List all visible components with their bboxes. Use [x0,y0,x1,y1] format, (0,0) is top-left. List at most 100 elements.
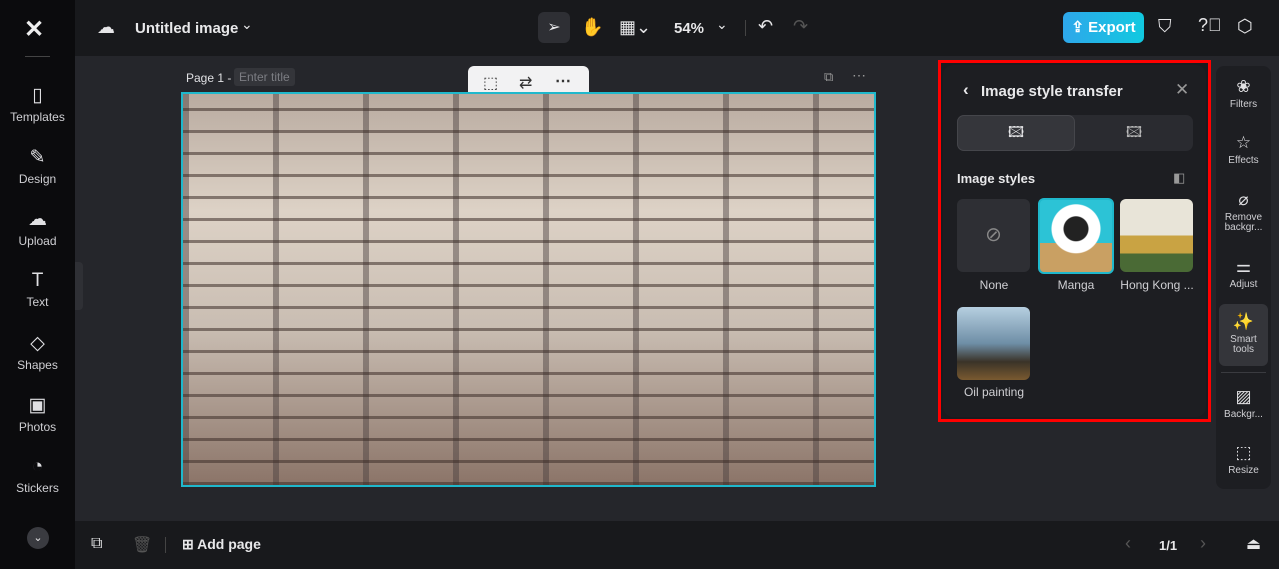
style-label: Hong Kong ... [1120,278,1194,292]
compare-icon[interactable]: ◧ [1173,170,1185,186]
sidebar-item-stickers[interactable]: ◔ Stickers [0,456,75,495]
top-bar: ☁ Untitled image ⌄ ➢ ✋ ▦⌄ 54% ⌄ ↶ ↷ ⇪ Ex… [75,0,1279,56]
resize-icon: ⬚ [1235,443,1252,462]
document-title[interactable]: Untitled image [135,20,238,37]
templates-icon: ▯ [32,85,43,106]
text-icon: T [31,270,44,291]
label: Photos [18,420,57,434]
help-icon[interactable]: ?⃝ [1198,15,1222,36]
layout-icon[interactable]: ▦⌄ [619,17,651,38]
style-oil-painting[interactable] [957,307,1030,380]
sidebar-toggle[interactable] [75,262,83,310]
design-icon: ✎ [29,147,46,168]
portrait-style-tab[interactable]: 🖾 [1075,115,1193,151]
sidebar-item-shapes[interactable]: ◇ Shapes [0,332,75,372]
label: Upload [18,234,57,248]
tool-label: Adjust [1229,279,1258,290]
next-page-icon[interactable]: › [1200,533,1206,554]
cloud-saved-icon[interactable]: ☁ [97,17,115,38]
collapse-button[interactable]: ⌄ [27,527,49,549]
tool-background[interactable]: ▨ Backgr... [1216,388,1271,420]
tool-filters[interactable]: ❀ Filters [1216,78,1271,110]
style-hong-kong[interactable] [1120,199,1193,272]
crop-select-icon[interactable]: ⬚ [483,73,498,93]
tool-remove-background[interactable]: ⌀ Remove backgr... [1216,191,1271,233]
undo-icon[interactable]: ↶ [758,16,773,37]
collapse-pages-icon[interactable]: ⏏ [1246,534,1261,554]
style-label: None [979,278,1009,292]
right-toolbar: ❀ Filters ☆ Effects ⌀ Remove backgr... ⚌ Adj… [1216,66,1271,489]
add-page-button[interactable]: ⊞ Add page [182,536,261,553]
divider [745,20,746,36]
canvas-image[interactable] [181,92,876,487]
close-icon[interactable]: ✕ [1175,80,1189,100]
tool-resize[interactable]: ⬚ Resize [1216,444,1271,476]
redo-icon[interactable]: ↷ [793,16,808,37]
swap-icon[interactable]: ⇄ [519,73,532,93]
page-more-icon[interactable]: ⋯ [852,67,866,84]
label: Templates [10,110,65,124]
add-page-icon: ⊞ [182,536,198,552]
eraser-icon: ⌀ [1238,190,1249,209]
sidebar-item-photos[interactable]: ▣ Photos [0,394,75,434]
stickers-icon: ◔ [31,456,44,477]
export-button[interactable]: ⇪ Export [1063,12,1144,43]
tool-label: Remove backgr... [1224,212,1263,233]
style-label: Oil painting [963,385,1025,399]
app-logo[interactable]: ✕ [24,15,44,44]
duplicate-page-icon[interactable]: ⧉ [824,69,833,85]
shield-icon[interactable]: ⛉ [1158,16,1172,37]
divider [1221,372,1266,373]
label: Shapes [17,358,58,372]
back-icon[interactable]: ‹ [963,80,969,100]
image-style-tab[interactable]: 🖾 [957,115,1075,151]
divider [165,537,166,553]
adjust-icon: ⚌ [1235,257,1252,276]
page-counter: 1/1 [1159,538,1178,553]
page-title-input[interactable]: Enter title [234,68,295,86]
mode-toggle: 🖾 🖾 [957,115,1193,151]
tool-effects[interactable]: ☆ Effects [1216,134,1271,166]
duplicate-icon[interactable]: ⧉ [91,535,102,553]
photos-icon: ▣ [28,395,47,416]
more-icon[interactable]: ⋯ [555,71,571,91]
tool-label: Smart tools [1230,334,1257,355]
label: Design [18,172,57,186]
settings-icon[interactable]: ⬡ [1237,16,1253,37]
bottom-bar: ⧉ 🗑 ⊞ Add page ‹ 1/1 › ⏏ [75,521,1279,569]
chevron-down-icon[interactable]: ⌄ [241,16,253,33]
filters-icon: ❀ [1236,77,1251,96]
upload-icon: ⇪ [1071,19,1089,36]
section-title: Image styles [957,171,1036,186]
tool-smart-tools[interactable]: ✨ Smart tools [1219,304,1268,366]
tool-label: Backgr... [1224,409,1263,420]
background-icon: ▨ [1235,387,1252,406]
none-icon: ⊘ [985,224,1002,246]
tool-label: Effects [1228,155,1259,166]
export-label: Export [1088,19,1136,36]
sidebar-item-text[interactable]: T Text [0,270,75,309]
delete-icon[interactable]: 🗑 [132,535,152,555]
tool-label: Resize [1228,465,1259,476]
zoom-chevron-icon[interactable]: ⌄ [716,16,728,33]
tool-adjust[interactable]: ⚌ Adjust [1216,258,1271,290]
shapes-icon: ◇ [30,333,45,354]
label: Stickers [16,481,59,495]
image-style-transfer-panel: ‹ Image style transfer ✕ 🖾 🖾 Image style… [938,60,1211,422]
panel-title: Image style transfer [981,83,1123,100]
divider [25,56,50,57]
left-sidebar: ✕ ▯ Templates ✎ Design ☁ Upload T Text ◇ Shap… [0,0,75,569]
prev-page-icon[interactable]: ‹ [1125,533,1131,554]
style-none[interactable]: ⊘ [957,199,1030,272]
hand-tool-icon[interactable]: ✋ [581,17,603,38]
style-label: Manga [1057,278,1095,292]
sidebar-item-design[interactable]: ✎ Design [0,146,75,186]
page-label: Page 1 - [186,71,232,85]
label: Text [26,295,49,309]
add-page-label: Add page [197,536,261,552]
sidebar-item-upload[interactable]: ☁ Upload [0,208,75,248]
zoom-level[interactable]: 54% [674,20,704,37]
sidebar-item-templates[interactable]: ▯ Templates [0,84,75,124]
select-tool-button[interactable]: ➢ [538,12,570,43]
style-manga[interactable] [1038,198,1114,274]
